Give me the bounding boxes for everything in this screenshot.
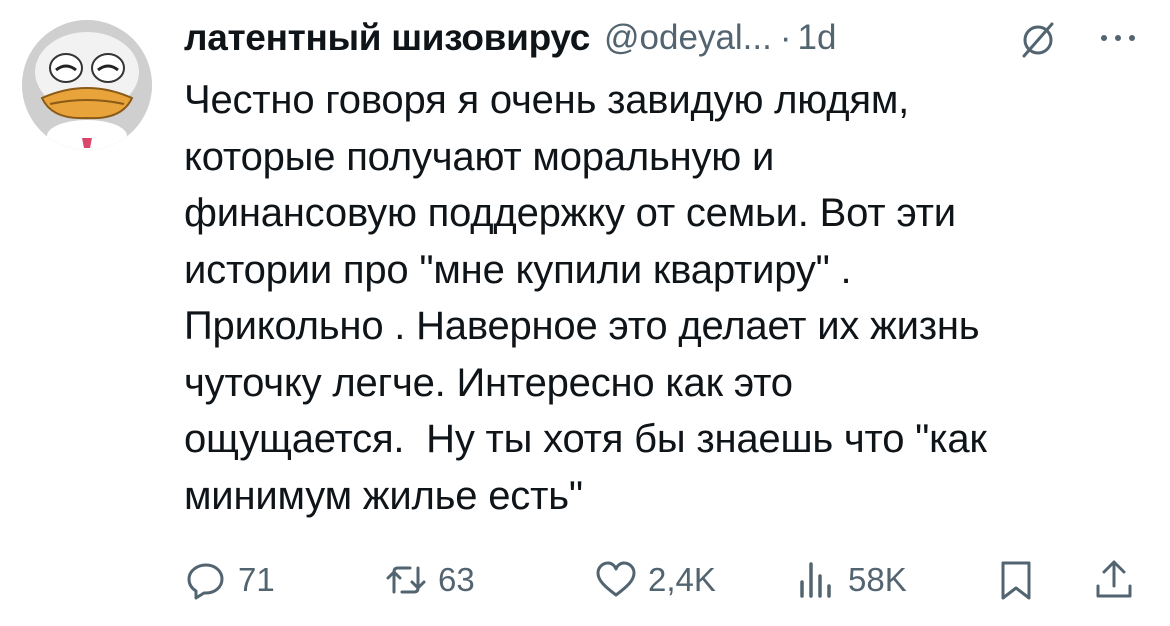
bookmark-icon <box>1001 561 1031 600</box>
repost-icon <box>386 566 426 594</box>
more-icon[interactable] <box>1096 30 1140 46</box>
donald-duck-avatar <box>22 20 152 150</box>
views-button[interactable]: 58K <box>794 552 907 608</box>
author-handle[interactable]: @odeyal... <box>604 18 772 58</box>
share-button[interactable] <box>1092 552 1136 608</box>
action-bar: 71 63 2,4K 58K <box>184 552 1144 612</box>
like-button[interactable]: 2,4K <box>594 552 716 608</box>
author-name[interactable]: латентный шизовирус <box>184 17 590 59</box>
like-count: 2,4K <box>648 561 716 598</box>
tweet-time[interactable]: 1d <box>798 18 837 58</box>
heart-icon <box>596 561 636 597</box>
separator-dot: · <box>779 18 792 57</box>
views-count: 58K <box>848 561 907 598</box>
share-icon <box>1096 560 1132 598</box>
reply-count: 71 <box>238 561 275 598</box>
avatar[interactable] <box>22 20 152 150</box>
reply-button[interactable]: 71 <box>184 552 275 608</box>
repost-button[interactable]: 63 <box>384 552 475 608</box>
repost-count: 63 <box>438 561 475 598</box>
grok-icon[interactable] <box>1016 18 1060 62</box>
bookmark-button[interactable] <box>994 552 1038 608</box>
views-icon <box>800 562 831 598</box>
tweet-text: Честно говоря я очень завидую людям, кот… <box>184 78 987 518</box>
reply-icon <box>187 563 224 600</box>
tweet-header: латентный шизовирус @odeyal... · 1d <box>184 10 1144 66</box>
